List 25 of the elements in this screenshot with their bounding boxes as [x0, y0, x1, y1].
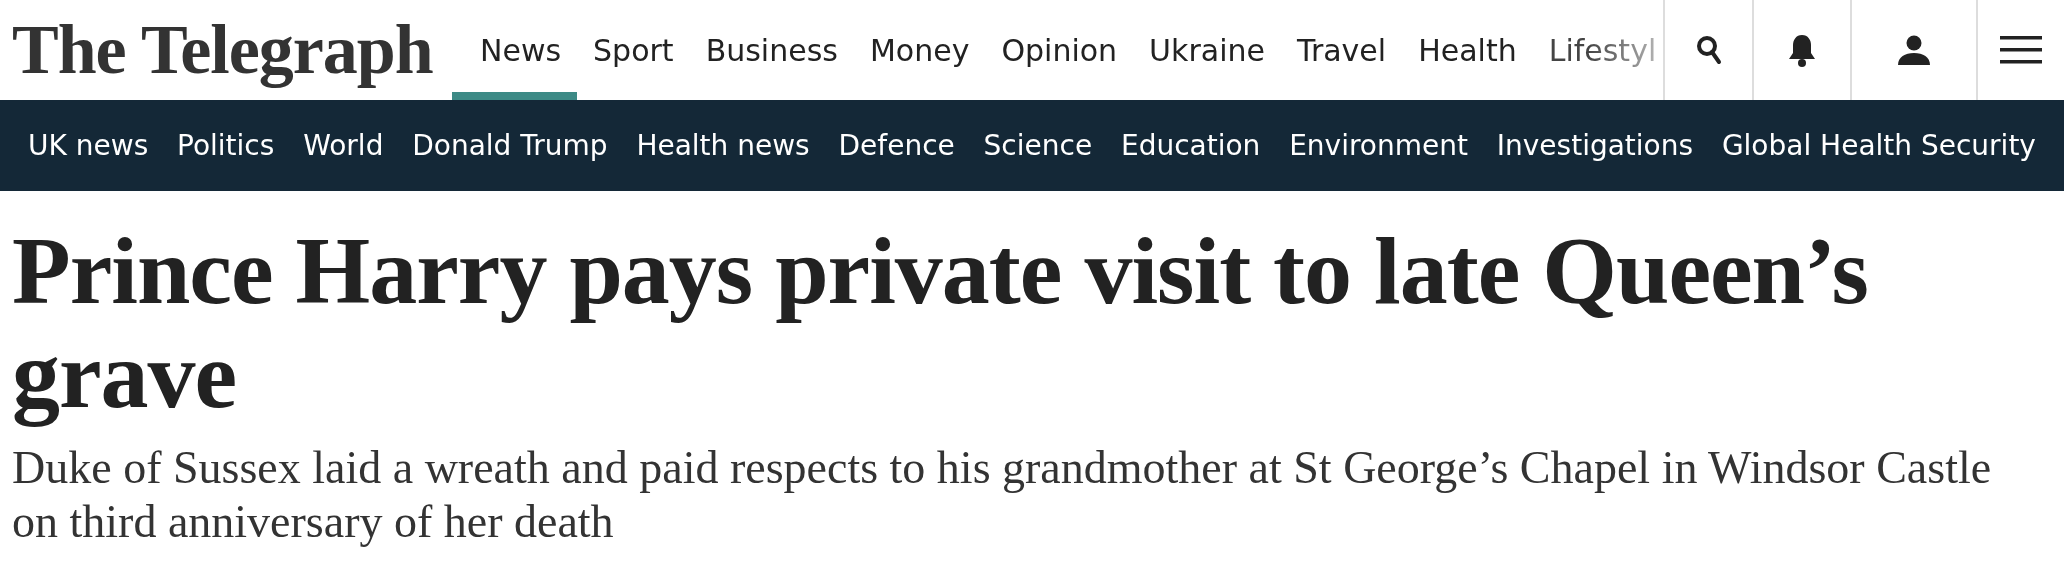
- section-link[interactable]: Politics: [163, 129, 289, 162]
- nav-link[interactable]: Ukraine: [1133, 0, 1281, 100]
- section-link[interactable]: Health news: [622, 129, 824, 162]
- nav-link[interactable]: Business: [689, 0, 854, 100]
- section-link[interactable]: World: [289, 129, 398, 162]
- nav-link[interactable]: Opinion: [985, 0, 1134, 100]
- site-logo[interactable]: The Telegraph: [0, 0, 452, 100]
- section-link[interactable]: Defence: [824, 129, 969, 162]
- person-icon: [1897, 35, 1931, 65]
- nav-link[interactable]: Health: [1402, 0, 1533, 100]
- nav-link[interactable]: Sport: [577, 0, 690, 100]
- section-link[interactable]: Science: [969, 129, 1107, 162]
- section-link[interactable]: UK news: [14, 129, 163, 162]
- bell-icon: [1787, 33, 1817, 67]
- nav-link[interactable]: Travel: [1280, 0, 1403, 100]
- standfirst: Duke of Sussex laid a wreath and paid respects to his grandmother at St George’s Chapel in Windsor Castle on third anniversary of her death: [12, 441, 1993, 549]
- section-link[interactable]: Investigations: [1482, 129, 1708, 162]
- search-icon: [1695, 35, 1722, 65]
- section-link[interactable]: Donald Trump: [398, 129, 622, 162]
- section-link[interactable]: Global Health Security: [1707, 129, 2050, 162]
- section-link[interactable]: Education: [1106, 129, 1275, 162]
- menu-icon: [2000, 35, 2042, 65]
- headline: Prince Harry pays private visit to late Queen’s grave: [12, 219, 1869, 427]
- nav-link[interactable]: Money: [853, 0, 986, 100]
- section-link[interactable]: Environment: [1275, 129, 1482, 162]
